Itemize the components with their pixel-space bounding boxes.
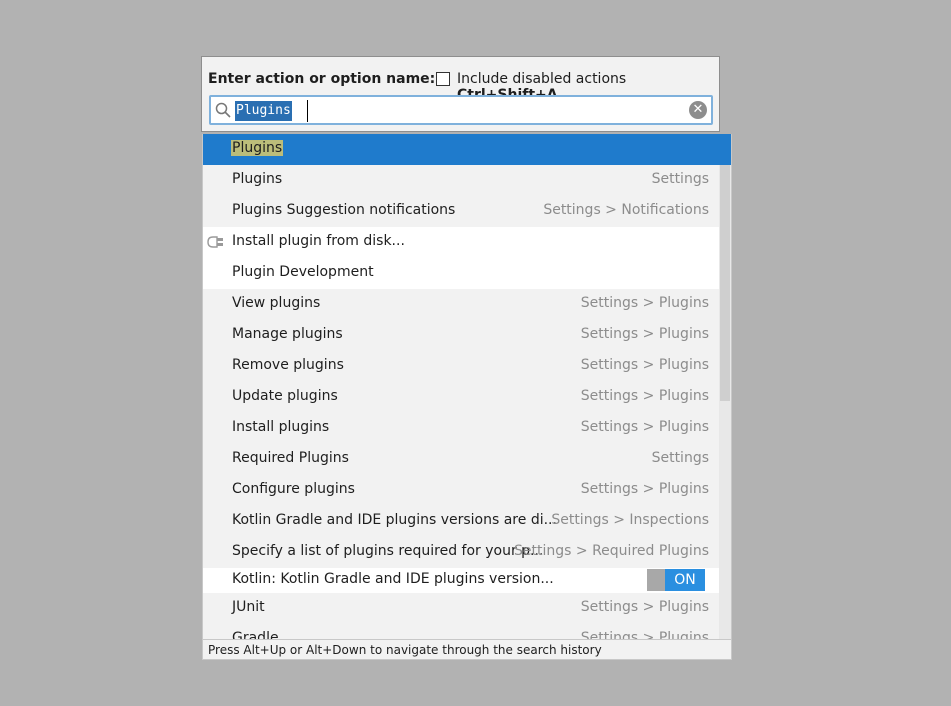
result-label: View plugins — [232, 295, 321, 311]
result-label: Kotlin: Kotlin Gradle and IDE plugins ve… — [232, 571, 554, 587]
result-location: Settings — [651, 450, 709, 466]
result-label: Install plugin from disk... — [232, 233, 405, 249]
result-label: Install plugins — [232, 419, 330, 435]
option-toggle[interactable]: ON — [647, 569, 705, 591]
result-location: Settings > Plugins — [580, 481, 709, 497]
list-item[interactable]: JUnit Settings > Plugins — [203, 593, 719, 624]
result-label: Plugins — [232, 171, 283, 187]
list-item[interactable]: Install plugins Settings > Plugins — [203, 413, 719, 444]
list-item[interactable]: Install plugin from disk... — [203, 227, 719, 258]
results-list[interactable]: Plugins Plugins Settings Plugins Suggest… — [202, 134, 732, 639]
search-input[interactable]: Plugins ✕ — [209, 95, 713, 125]
result-label: JUnit — [232, 599, 265, 615]
text-caret — [307, 100, 308, 122]
include-disabled-text: Include disabled actions — [457, 71, 627, 87]
result-label: Manage plugins — [232, 326, 343, 342]
plug-icon — [207, 236, 223, 248]
result-location: Settings > Plugins — [580, 599, 709, 615]
toggle-on-state: ON — [665, 569, 705, 591]
find-action-popup: Enter action or option name: Include dis… — [201, 56, 720, 132]
list-item[interactable]: Kotlin Gradle and IDE plugins versions a… — [203, 506, 719, 537]
clear-search-icon[interactable]: ✕ — [689, 101, 707, 119]
list-item[interactable]: Plugins Settings — [203, 165, 719, 196]
scrollbar-thumb[interactable] — [720, 165, 730, 401]
result-location: Settings > Plugins — [580, 388, 709, 404]
result-label: Remove plugins — [232, 357, 344, 373]
result-location: Settings > Notifications — [543, 202, 709, 218]
list-item[interactable]: Gradle Settings > Plugins — [203, 624, 719, 639]
list-item[interactable]: Manage plugins Settings > Plugins — [203, 320, 719, 351]
toggle-off-area — [647, 569, 665, 591]
list-item[interactable]: Update plugins Settings > Plugins — [203, 382, 719, 413]
result-label: Gradle — [232, 630, 279, 639]
search-query-text[interactable]: Plugins — [235, 101, 292, 121]
search-prompt-label: Enter action or option name: — [208, 71, 436, 87]
result-location: Settings > Plugins — [580, 295, 709, 311]
results-scrollbar[interactable] — [719, 165, 731, 639]
result-location: Settings > Inspections — [551, 512, 709, 528]
result-label: Specify a list of plugins required for y… — [232, 543, 544, 559]
result-location: Settings > Plugins — [580, 357, 709, 373]
list-item[interactable]: Kotlin: Kotlin Gradle and IDE plugins ve… — [203, 568, 719, 593]
result-label: Update plugins — [232, 388, 338, 404]
result-location: Settings > Required Plugins — [514, 543, 709, 559]
result-label: Required Plugins — [232, 450, 349, 466]
list-item[interactable]: View plugins Settings > Plugins — [203, 289, 719, 320]
include-disabled-checkbox[interactable] — [436, 72, 450, 86]
result-location: Settings > Plugins — [580, 326, 709, 342]
result-location: Settings > Plugins — [580, 419, 709, 435]
result-label: Plugin Development — [232, 264, 374, 280]
result-location: Settings > Plugins — [580, 630, 709, 639]
search-history-hint: Press Alt+Up or Alt+Down to navigate thr… — [202, 639, 732, 660]
result-label: Plugins Suggestion notifications — [232, 202, 456, 218]
result-location: Settings — [651, 171, 709, 187]
list-item[interactable]: Specify a list of plugins required for y… — [203, 537, 719, 568]
result-label: Kotlin Gradle and IDE plugins versions a… — [232, 512, 557, 528]
search-icon — [215, 102, 231, 118]
result-label: Plugins — [231, 140, 284, 156]
list-item[interactable]: Plugins Suggestion notifications Setting… — [203, 196, 719, 227]
result-label: Configure plugins — [232, 481, 355, 497]
list-item[interactable]: Plugin Development — [203, 258, 719, 289]
list-item[interactable]: Remove plugins Settings > Plugins — [203, 351, 719, 382]
list-item[interactable]: Configure plugins Settings > Plugins — [203, 475, 719, 506]
list-item[interactable]: Required Plugins Settings — [203, 444, 719, 475]
list-item[interactable]: Plugins — [203, 134, 731, 165]
